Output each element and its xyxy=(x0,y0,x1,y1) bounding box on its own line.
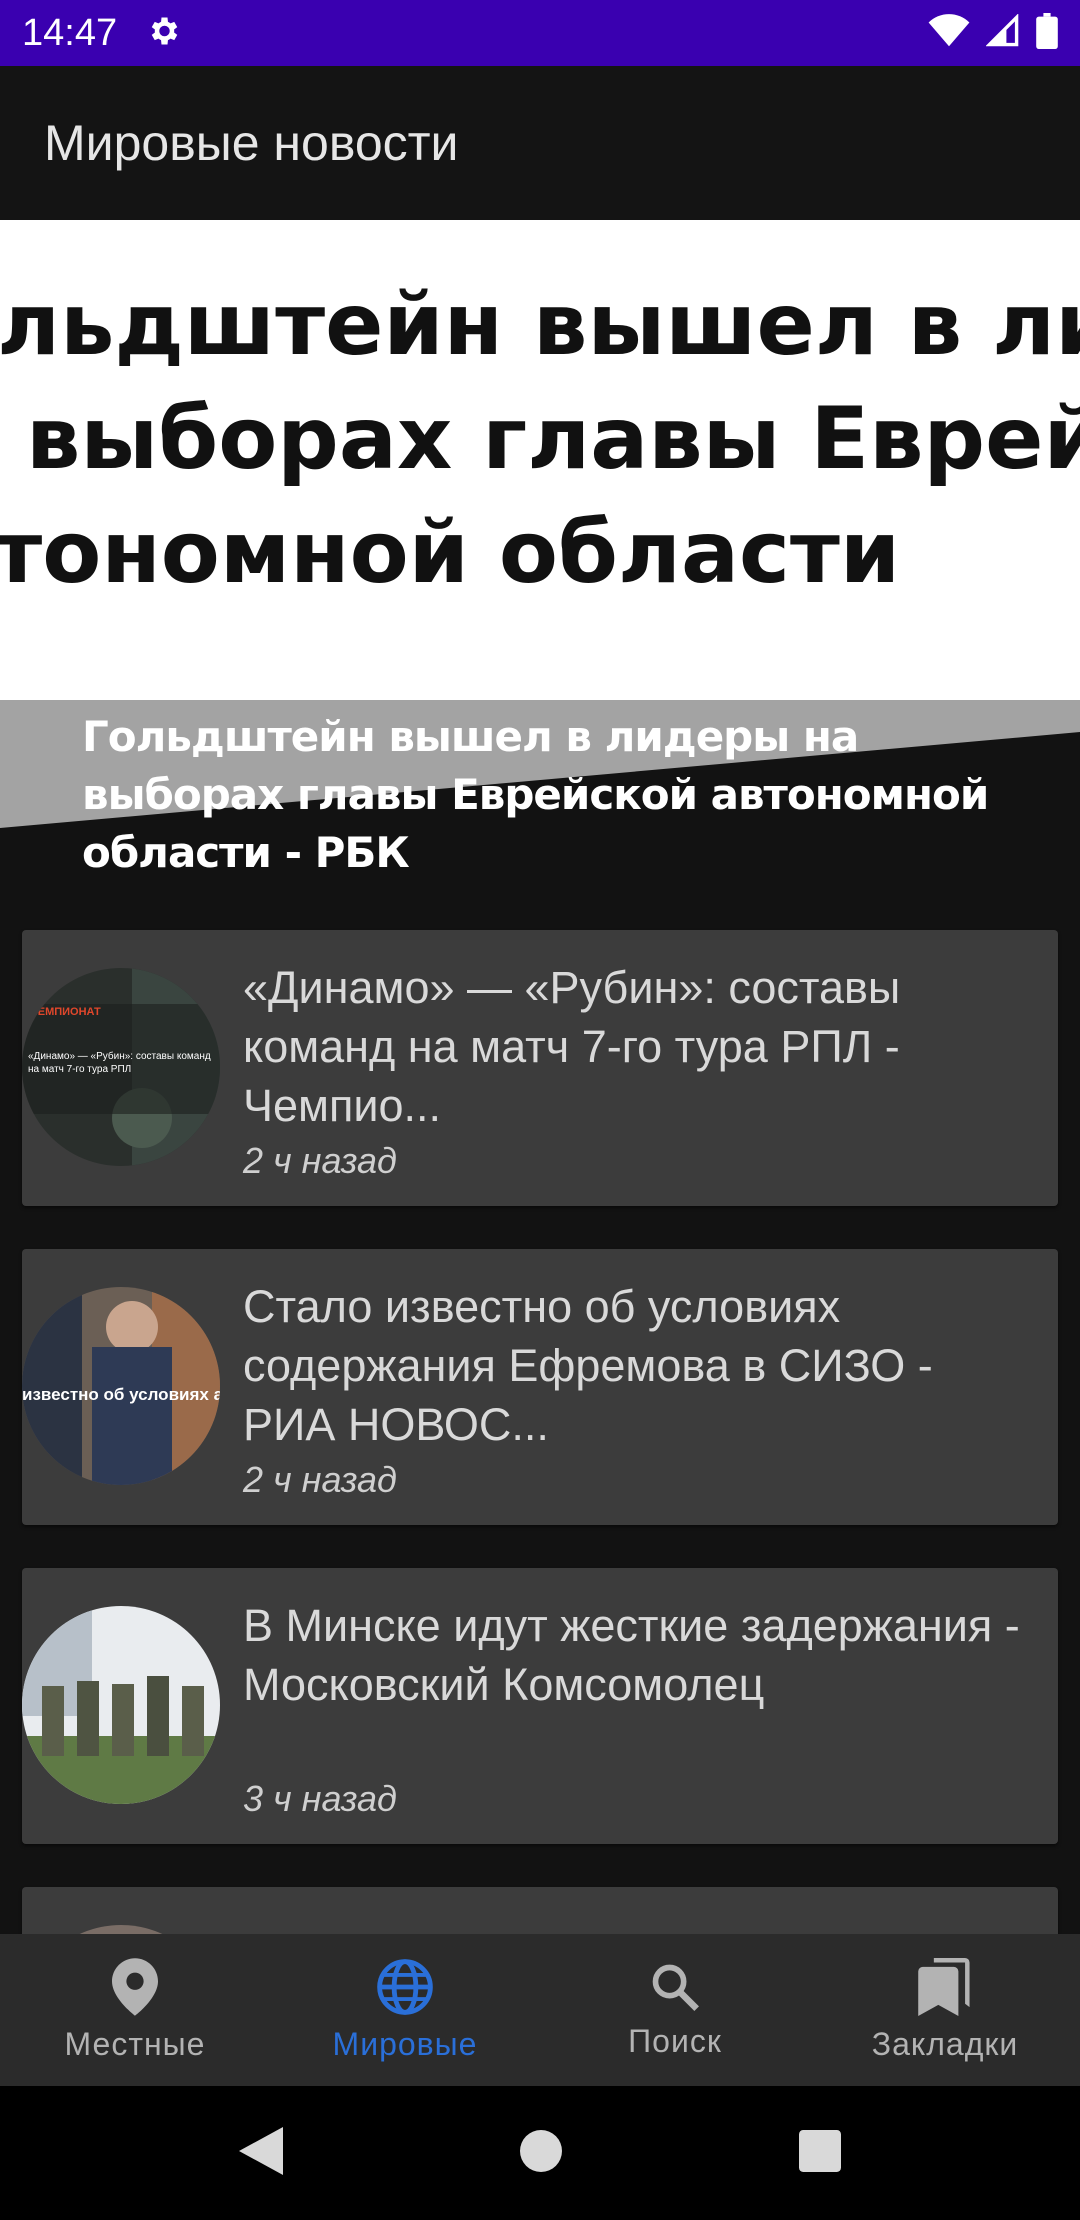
hero-article[interactable]: ольдштейн вышел в ли а выборах главы Евр… xyxy=(0,220,1080,910)
hero-image: ольдштейн вышел в ли а выборах главы Евр… xyxy=(0,220,1080,700)
back-icon[interactable] xyxy=(238,2127,283,2179)
news-card[interactable]: ЧЕМПИОНАТ «Динамо» — «Рубин»: составы ко… xyxy=(22,930,1058,1206)
nav-label: Поиск xyxy=(628,2022,722,2059)
signal-icon xyxy=(985,13,1020,52)
news-thumbnail: ЧЕМПИОНАТ «Динамо» — «Рубин»: составы ко… xyxy=(22,968,220,1166)
news-title: В Минске идут жесткие задержания - Моско… xyxy=(243,1600,1020,1710)
nav-local[interactable]: Местные xyxy=(0,1934,270,2086)
battery-icon xyxy=(1036,13,1058,53)
news-time: 2 ч назад xyxy=(243,1459,397,1500)
news-card[interactable]: известно об условиях ания Ефремова в СИЗ… xyxy=(22,1249,1058,1525)
system-navigation-bar xyxy=(0,2086,1080,2220)
nav-label: Мировые xyxy=(332,2025,478,2062)
news-thumbnail xyxy=(22,1606,220,1804)
search-icon xyxy=(649,1961,701,2017)
nav-label: Местные xyxy=(64,2025,206,2062)
bookmarks-icon xyxy=(918,1957,972,2020)
news-time: 3 ч назад xyxy=(243,1778,397,1819)
page-title: Мировые новости xyxy=(44,115,459,171)
app-bar: Мировые новости xyxy=(0,66,1080,220)
news-thumbnail: известно об условиях ания Ефремова в СИЗ xyxy=(22,1287,220,1485)
nav-label: Закладки xyxy=(871,2025,1019,2062)
recents-icon[interactable] xyxy=(799,2130,842,2176)
nav-bookmarks[interactable]: Закладки xyxy=(810,1934,1080,2086)
bottom-navigation: Местные Мировые Поиск Закладки xyxy=(0,1934,1080,2086)
thumb-brand: ЧЕМПИОНАТ xyxy=(30,1006,101,1018)
globe-icon xyxy=(376,1958,434,2020)
thumb-caption: «Динамо» — «Рубин»: составы команд на ма… xyxy=(28,1051,211,1075)
wifi-icon xyxy=(928,14,970,52)
news-time: 2 ч назад xyxy=(243,1140,397,1181)
settings-icon xyxy=(145,13,181,53)
home-icon[interactable] xyxy=(519,2130,562,2176)
news-title: Стало известно об условиях содержания Еф… xyxy=(243,1281,933,1450)
news-title: «Динамо» — «Рубин»: составы команд на ма… xyxy=(243,962,901,1131)
status-time: 14:47 xyxy=(22,11,118,54)
nav-world[interactable]: Мировые xyxy=(270,1934,540,2086)
nav-search[interactable]: Поиск xyxy=(540,1934,810,2086)
news-card[interactable]: В Минске идут жесткие задержания - Моско… xyxy=(22,1568,1058,1844)
status-bar: 14:47 xyxy=(0,0,1080,66)
hero-caption: Гольдштейн вышел в лидеры на выборах гла… xyxy=(82,712,989,877)
hero-image-text: ольдштейн вышел в ли а выборах главы Евр… xyxy=(0,275,1080,603)
thumb-caption: известно об условиях ания Ефремова в СИЗ xyxy=(22,1385,220,1404)
location-pin-icon xyxy=(112,1957,158,2020)
